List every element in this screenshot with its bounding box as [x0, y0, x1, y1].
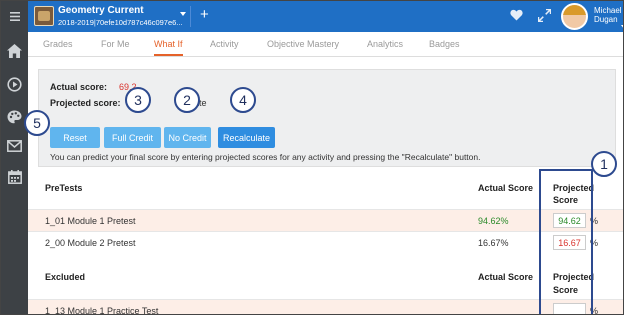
what-if-panel: Actual score: 69.2 Projected score: ulat…	[38, 69, 616, 167]
expand-icon[interactable]	[537, 8, 552, 24]
table-row: 2_00 Module 2 Pretest 16.67% 16.67 %	[28, 231, 623, 253]
activity-name[interactable]: 2_00 Module 2 Pretest	[45, 238, 136, 248]
tab-badges[interactable]: Badges	[429, 39, 460, 49]
course-thumbnail	[34, 6, 54, 26]
app-window: Geometry Current 2018-2019|70efe10d787c4…	[0, 0, 624, 315]
section-title-pretests: PreTests	[45, 183, 83, 193]
actual-score-header: Actual Score	[478, 183, 534, 193]
callout-5: 5	[24, 110, 50, 136]
actual-score-cell: 16.67%	[478, 238, 509, 248]
tab-for-me[interactable]: For Me	[101, 39, 130, 49]
mail-icon[interactable]	[1, 134, 28, 158]
tab-grades[interactable]: Grades	[43, 39, 73, 49]
divider	[190, 6, 191, 27]
user-first-name[interactable]: Michael	[594, 6, 622, 15]
course-title[interactable]: Geometry Current	[58, 5, 144, 16]
tab-bar: Grades For Me What If Activity Objective…	[28, 32, 623, 57]
projected-score-column-highlight	[539, 169, 593, 314]
menu-icon[interactable]	[1, 4, 28, 28]
activity-name[interactable]: 1_13 Module 1 Practice Test	[45, 306, 158, 314]
actual-score-header: Actual Score	[478, 272, 534, 282]
add-course-button[interactable]: +	[200, 6, 209, 23]
top-bar: Geometry Current 2018-2019|70efe10d787c4…	[28, 1, 623, 32]
user-last-name[interactable]: Dugan	[594, 15, 618, 24]
calendar-icon[interactable]	[1, 165, 28, 189]
course-dropdown-caret-icon[interactable]	[180, 12, 186, 16]
course-subtitle: 2018-2019|70efe10d787c46c097e6...	[58, 18, 183, 27]
reset-button[interactable]: Reset	[50, 127, 100, 148]
play-circle-icon[interactable]	[1, 72, 28, 96]
callout-4: 4	[230, 87, 256, 113]
callout-1: 1	[591, 151, 617, 177]
what-if-instructions: You can predict your final score by ente…	[50, 152, 481, 162]
activity-name[interactable]: 1_01 Module 1 Pretest	[45, 216, 136, 226]
actual-score-label: Actual score:	[50, 82, 108, 92]
heart-icon[interactable]	[510, 9, 523, 23]
tab-what-if[interactable]: What If	[154, 39, 183, 56]
left-nav-rail	[1, 1, 28, 314]
table-row: 1_01 Module 1 Pretest 94.62% 94.62 %	[28, 209, 623, 231]
home-icon[interactable]	[1, 39, 28, 63]
no-credit-button[interactable]: No Credit	[164, 127, 211, 148]
projected-score-label: Projected score:	[50, 98, 121, 108]
callout-3: 3	[125, 87, 151, 113]
tab-objective-mastery[interactable]: Objective Mastery	[267, 39, 339, 49]
recalculate-button[interactable]: Recalculate	[218, 127, 275, 148]
tab-activity[interactable]: Activity	[210, 39, 239, 49]
avatar[interactable]	[561, 3, 588, 30]
callout-2: 2	[174, 87, 200, 113]
full-credit-button[interactable]: Full Credit	[104, 127, 161, 148]
tab-analytics[interactable]: Analytics	[367, 39, 403, 49]
section-title-excluded: Excluded	[45, 272, 86, 282]
table-row: 1_13 Module 1 Practice Test %	[28, 299, 623, 314]
actual-score-cell: 94.62%	[478, 216, 509, 226]
main-content: Actual score: 69.2 Projected score: ulat…	[28, 57, 623, 314]
